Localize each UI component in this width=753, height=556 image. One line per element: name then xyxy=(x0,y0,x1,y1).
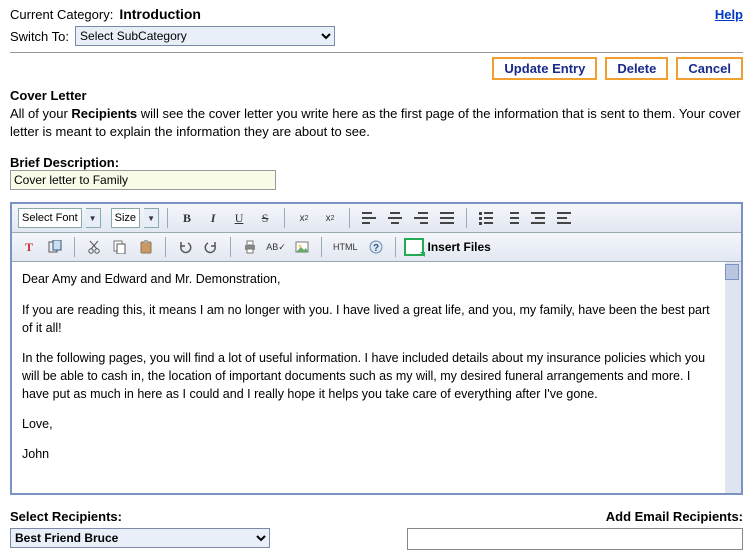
font-family-select[interactable]: Select Font xyxy=(18,208,82,228)
spellcheck-button[interactable]: AB✓ xyxy=(265,236,287,258)
align-center-button[interactable] xyxy=(384,207,406,229)
recipients-select[interactable]: Best Friend Bruce xyxy=(10,528,270,548)
insert-image-button[interactable] xyxy=(291,236,313,258)
paste-button[interactable] xyxy=(135,236,157,258)
redo-button[interactable] xyxy=(200,236,222,258)
cut-button[interactable] xyxy=(83,236,105,258)
font-size-select[interactable]: Size xyxy=(111,208,140,228)
add-email-recipients-label: Add Email Recipients: xyxy=(606,509,743,524)
indent-button[interactable] xyxy=(553,207,575,229)
outdent-button[interactable] xyxy=(527,207,549,229)
superscript-button[interactable]: x2 xyxy=(293,207,315,229)
current-category-label: Current Category: xyxy=(10,7,113,22)
help-link[interactable]: Help xyxy=(715,7,743,22)
underline-button[interactable]: U xyxy=(228,207,250,229)
html-source-button[interactable]: HTML xyxy=(330,236,361,258)
align-left-button[interactable] xyxy=(358,207,380,229)
switch-to-label: Switch To: xyxy=(10,29,69,44)
editor-body[interactable]: Dear Amy and Edward and Mr. Demonstratio… xyxy=(12,262,741,493)
insert-files-button[interactable]: Insert Files xyxy=(404,238,491,256)
align-right-button[interactable] xyxy=(410,207,432,229)
delete-button[interactable]: Delete xyxy=(605,57,668,80)
italic-button[interactable]: I xyxy=(202,207,224,229)
svg-text:?: ? xyxy=(372,243,378,254)
editor-paragraph: Dear Amy and Edward and Mr. Demonstratio… xyxy=(22,270,713,288)
cover-letter-title: Cover Letter xyxy=(10,88,743,103)
strikethrough-button[interactable]: S xyxy=(254,207,276,229)
cancel-button[interactable]: Cancel xyxy=(676,57,743,80)
editor-paragraph: If you are reading this, it means I am n… xyxy=(22,301,713,337)
brief-description-label: Brief Description: xyxy=(10,155,743,170)
update-entry-button[interactable]: Update Entry xyxy=(492,57,597,80)
undo-button[interactable] xyxy=(174,236,196,258)
print-button[interactable] xyxy=(239,236,261,258)
unordered-list-button[interactable] xyxy=(475,207,497,229)
ordered-list-button[interactable] xyxy=(501,207,523,229)
cover-letter-description: All of your Recipients will see the cove… xyxy=(10,105,743,141)
text-color-button[interactable]: T xyxy=(18,236,40,258)
insert-files-icon xyxy=(404,238,424,256)
editor-paragraph: Love, xyxy=(22,415,713,433)
copy-button[interactable] xyxy=(109,236,131,258)
subscript-button[interactable]: x2 xyxy=(319,207,341,229)
align-justify-button[interactable] xyxy=(436,207,458,229)
background-color-button[interactable] xyxy=(44,236,66,258)
rich-text-editor: Select Font ▼ Size ▼ B I U S x2 x2 T xyxy=(10,202,743,495)
brief-description-input[interactable] xyxy=(10,170,276,190)
editor-paragraph: In the following pages, you will find a … xyxy=(22,349,713,403)
font-size-dropdown-icon[interactable]: ▼ xyxy=(144,208,159,228)
switch-subcategory-select[interactable]: Select SubCategory xyxy=(75,26,335,46)
font-family-dropdown-icon[interactable]: ▼ xyxy=(86,208,101,228)
current-category-value: Introduction xyxy=(119,6,201,22)
help-icon[interactable]: ? xyxy=(365,236,387,258)
add-email-input[interactable] xyxy=(407,528,743,550)
select-recipients-label: Select Recipients: xyxy=(10,509,122,524)
editor-paragraph: John xyxy=(22,445,713,463)
bold-button[interactable]: B xyxy=(176,207,198,229)
divider xyxy=(10,52,743,53)
